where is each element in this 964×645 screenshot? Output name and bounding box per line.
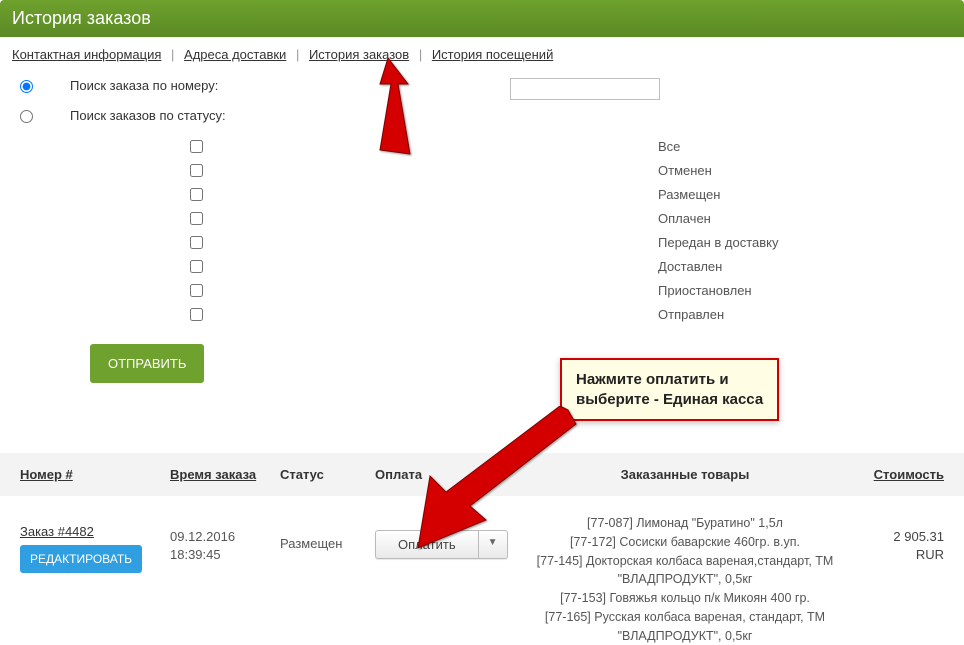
list-item: [77-145] Докторская колбаса вареная,стан… [535, 552, 835, 590]
status-option-label: Все [658, 139, 680, 154]
order-time: 18:39:45 [170, 547, 221, 562]
status-checkbox[interactable] [190, 260, 203, 273]
search-by-number-label: Поиск заказа по номеру: [70, 78, 510, 93]
submit-search-button[interactable]: ОТПРАВИТЬ [90, 344, 204, 383]
col-header-number[interactable]: Номер # [20, 467, 170, 482]
list-item: [77-172] Сосиски баварские 460гр. в.уп. [535, 533, 835, 552]
status-checkbox[interactable] [190, 212, 203, 225]
edit-order-button[interactable]: РЕДАКТИРОВАТЬ [20, 545, 142, 573]
col-header-cost[interactable]: Стоимость [835, 467, 944, 482]
table-row: Заказ #4482 РЕДАКТИРОВАТЬ 09.12.2016 18:… [0, 496, 964, 645]
status-option-label: Передан в доставку [658, 235, 778, 250]
nav-separator: | [419, 47, 422, 62]
status-checkbox[interactable] [190, 188, 203, 201]
order-items: [77-087] Лимонад "Буратино" 1,5л [77-172… [535, 514, 835, 645]
instruction-callout: Нажмите оплатить и выберите - Единая кас… [560, 358, 779, 421]
col-header-status: Статус [280, 467, 375, 482]
nav-addresses[interactable]: Адреса доставки [184, 47, 286, 62]
nav-links: Контактная информация | Адреса доставки … [0, 37, 964, 72]
order-cost-value: 2 905.31 [893, 529, 944, 544]
order-number-input[interactable] [510, 78, 660, 100]
orders-table-header: Номер # Время заказа Статус Оплата Заказ… [0, 453, 964, 496]
status-checkbox[interactable] [190, 284, 203, 297]
nav-orders[interactable]: История заказов [309, 47, 409, 62]
col-header-payment: Оплата [375, 467, 535, 482]
status-checkbox[interactable] [190, 164, 203, 177]
instruction-line2: выберите - Единая касса [576, 390, 763, 410]
nav-contact[interactable]: Контактная информация [12, 47, 161, 62]
search-form: Поиск заказа по номеру: Поиск заказов по… [0, 72, 964, 393]
list-item: [77-087] Лимонад "Буратино" 1,5л [535, 514, 835, 533]
search-by-status-radio[interactable] [20, 110, 33, 123]
order-link[interactable]: Заказ #4482 [20, 524, 94, 539]
list-item: [77-153] Говяжья кольцо п/к Микоян 400 г… [535, 589, 835, 608]
search-by-status-label: Поиск заказов по статусу: [70, 108, 510, 123]
nav-separator: | [296, 47, 299, 62]
status-filter-list: Все Отменен Размещен Оплачен Передан в д… [190, 134, 944, 326]
pay-button-label[interactable]: Оплатить [376, 531, 479, 558]
status-option-label: Доставлен [658, 259, 722, 274]
col-header-items: Заказанные товары [535, 467, 835, 482]
order-status: Размещен [280, 514, 375, 551]
status-checkbox[interactable] [190, 140, 203, 153]
pay-dropdown[interactable]: Оплатить ▼ [375, 530, 508, 559]
col-header-time[interactable]: Время заказа [170, 467, 280, 482]
nav-visits[interactable]: История посещений [432, 47, 554, 62]
status-option-label: Отправлен [658, 307, 724, 322]
page-title: История заказов [0, 0, 964, 37]
status-checkbox[interactable] [190, 236, 203, 249]
status-checkbox[interactable] [190, 308, 203, 321]
order-cost-currency: RUR [916, 547, 944, 562]
chevron-down-icon[interactable]: ▼ [479, 531, 507, 558]
search-by-number-radio[interactable] [20, 80, 33, 93]
status-option-label: Приостановлен [658, 283, 752, 298]
nav-separator: | [171, 47, 174, 62]
instruction-line1: Нажмите оплатить и [576, 370, 763, 390]
order-date: 09.12.2016 [170, 529, 235, 544]
status-option-label: Размещен [658, 187, 720, 202]
list-item: [77-165] Русская колбаса вареная, станда… [535, 608, 835, 645]
status-option-label: Оплачен [658, 211, 711, 226]
status-option-label: Отменен [658, 163, 712, 178]
